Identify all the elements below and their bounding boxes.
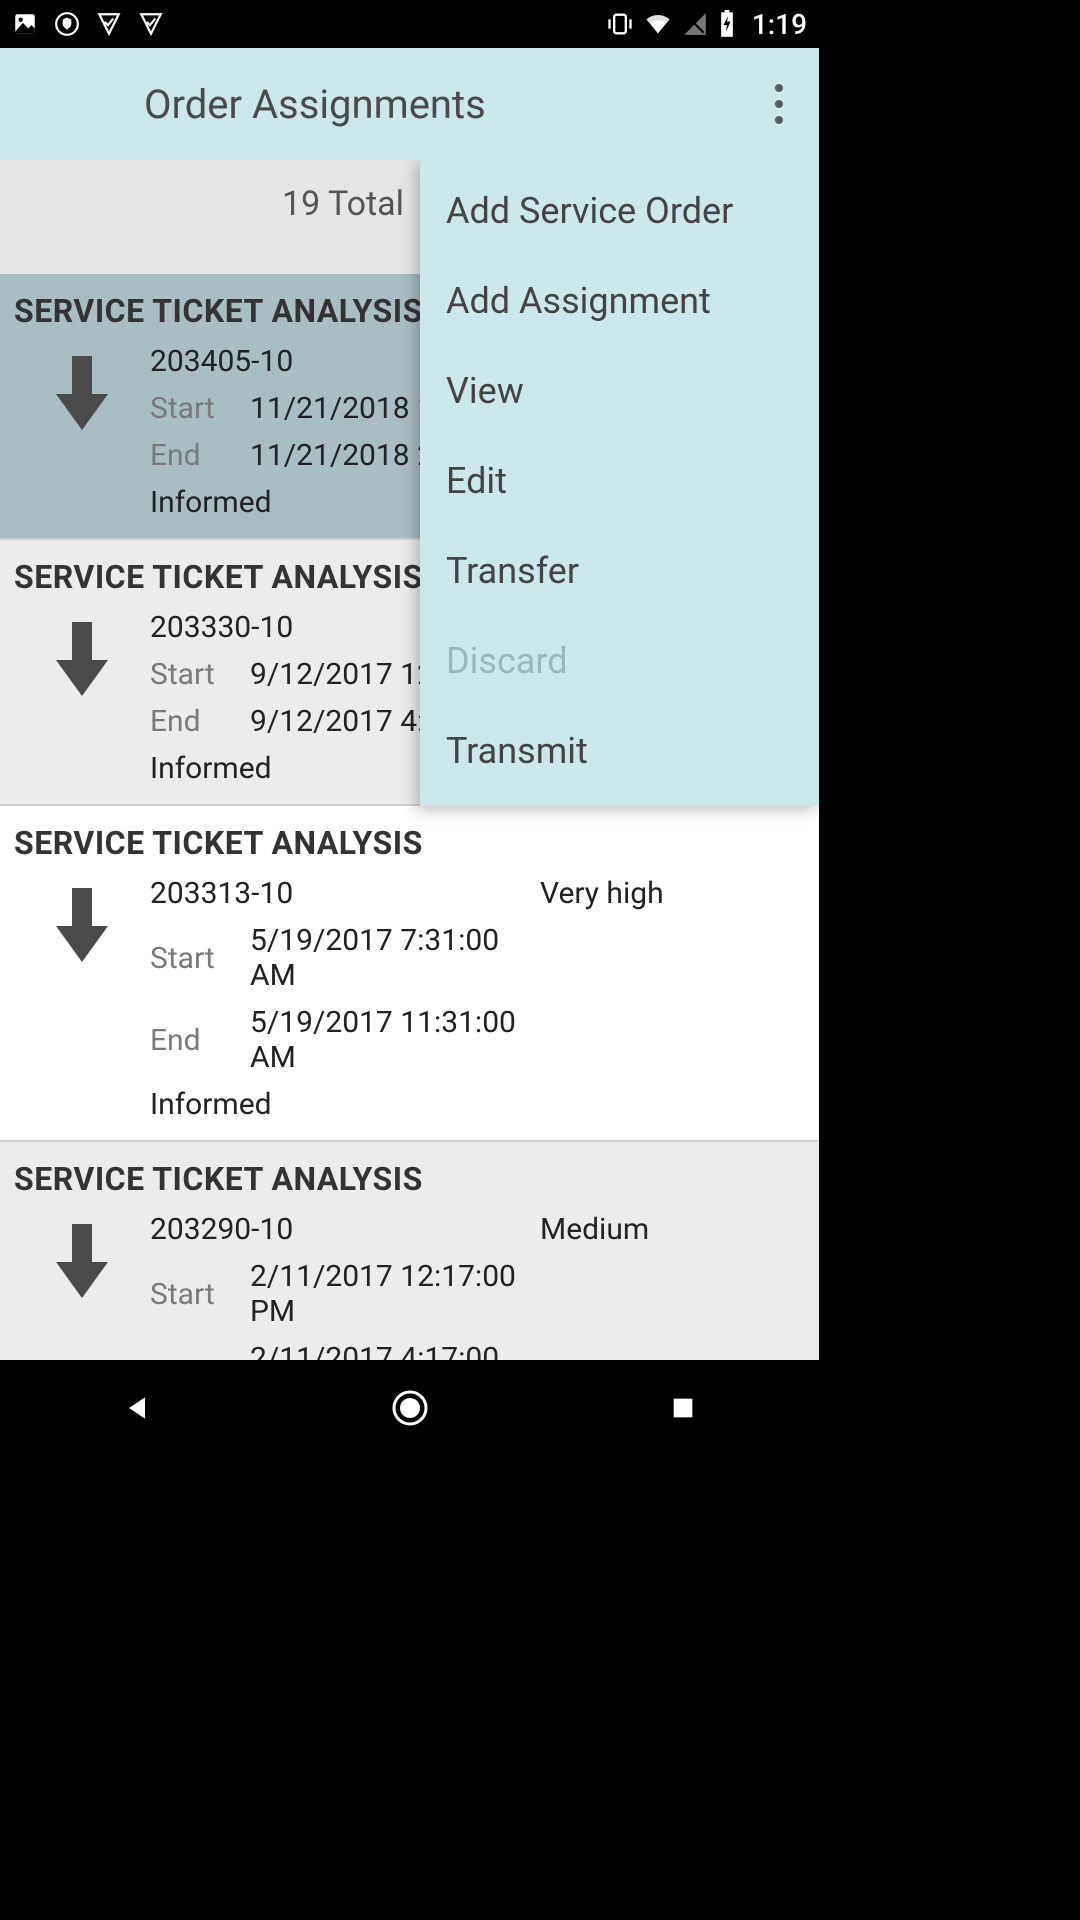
end-label: End (150, 1023, 250, 1058)
more-dot-icon (775, 116, 783, 124)
checkmark-icon (138, 11, 164, 37)
home-button[interactable] (380, 1378, 440, 1438)
ticket-row[interactable]: SERVICE TICKET ANALYSIS 203313-10 Very h… (0, 806, 819, 1142)
ticket-row[interactable]: SERVICE TICKET ANALYSIS 203290-10 Medium… (0, 1142, 819, 1360)
start-value: 2/11/2017 12:17:00 PM (250, 1259, 540, 1329)
nav-bar (0, 1360, 819, 1456)
status-right-icons: 1:19 (606, 8, 807, 41)
ticket-status: Informed (150, 1087, 805, 1122)
menu-add-service-order[interactable]: Add Service Order (420, 166, 819, 256)
status-left-icons (12, 11, 164, 37)
menu-transmit[interactable]: Transmit (420, 706, 819, 796)
overflow-menu: Add Service Order Add Assignment View Ed… (420, 160, 819, 806)
status-time: 1:19 (752, 8, 807, 41)
back-button[interactable] (107, 1378, 167, 1438)
start-label: Start (150, 391, 250, 426)
end-value: 5/19/2017 11:31:00 AM (250, 1005, 540, 1075)
menu-transfer[interactable]: Transfer (420, 526, 819, 616)
ticket-title: SERVICE TICKET ANALYSIS (14, 1160, 805, 1198)
ticket-priority: Very high (540, 876, 805, 911)
end-label: End (150, 704, 250, 739)
shield-icon (54, 11, 80, 37)
app-bar: Order Assignments (0, 48, 819, 160)
priority-arrow-down-icon (14, 344, 150, 520)
menu-add-assignment[interactable]: Add Assignment (420, 256, 819, 346)
ticket-priority: Medium (540, 1212, 805, 1247)
page-title: Order Assignments (144, 81, 486, 128)
image-icon (12, 11, 38, 37)
priority-arrow-down-icon (14, 610, 150, 786)
start-label: Start (150, 657, 250, 692)
checkmark-icon (96, 11, 122, 37)
priority-arrow-down-icon (14, 876, 150, 1122)
more-dot-icon (775, 84, 783, 92)
start-value: 5/19/2017 7:31:00 AM (250, 923, 540, 993)
more-dot-icon (775, 100, 783, 108)
content-area: 19 Total SERVICE TICKET ANALYSIS 203405-… (0, 160, 819, 1360)
vibrate-icon (606, 10, 634, 38)
start-label: Start (150, 1277, 250, 1312)
end-value: 2/11/2017 4:17:00 PM (250, 1341, 540, 1360)
menu-view[interactable]: View (420, 346, 819, 436)
end-label: End (150, 438, 250, 473)
priority-arrow-down-icon (14, 1212, 150, 1360)
no-sim-icon (682, 11, 708, 37)
menu-edit[interactable]: Edit (420, 436, 819, 526)
total-count: 19 Total (282, 184, 404, 224)
more-options-button[interactable] (755, 80, 803, 128)
ticket-id: 203290-10 (150, 1212, 540, 1247)
battery-charging-icon (718, 10, 736, 38)
wifi-icon (644, 10, 672, 38)
end-label: End (150, 1359, 250, 1361)
start-label: Start (150, 941, 250, 976)
status-bar: 1:19 (0, 0, 819, 48)
menu-discard: Discard (420, 616, 819, 706)
ticket-title: SERVICE TICKET ANALYSIS (14, 824, 805, 862)
recents-button[interactable] (653, 1378, 713, 1438)
ticket-id: 203313-10 (150, 876, 540, 911)
